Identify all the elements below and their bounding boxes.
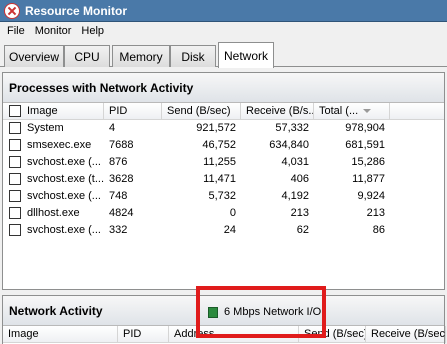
process-pid: 7688 xyxy=(109,139,134,151)
row-checkbox[interactable] xyxy=(9,224,21,236)
process-list: System 4 921,572 57,332 978,904 smsexec.exe 76… xyxy=(3,120,444,239)
menu-file[interactable]: File xyxy=(2,25,30,37)
col-total[interactable]: Total (... xyxy=(314,103,390,120)
network-activity-title: Network Activity xyxy=(9,303,103,318)
process-pid: 4824 xyxy=(109,207,134,219)
table-row[interactable]: svchost.exe (... 748 5,732 4,192 9,924 xyxy=(3,188,444,205)
tab-disk[interactable]: Disk xyxy=(170,45,216,67)
network-io-label: 6 Mbps Network I/O xyxy=(224,306,322,318)
process-total: 978,904 xyxy=(345,122,385,134)
process-total: 9,924 xyxy=(357,190,385,202)
process-total: 681,591 xyxy=(345,139,385,151)
process-send: 5,732 xyxy=(208,190,236,202)
table-row[interactable]: svchost.exe (... 332 24 62 86 xyxy=(3,222,444,239)
table-row[interactable]: smsexec.exe 7688 46,752 634,840 681,591 xyxy=(3,137,444,154)
process-image: smsexec.exe xyxy=(27,139,92,151)
table-row[interactable]: dllhost.exe 4824 0 213 213 xyxy=(3,205,444,222)
row-checkbox[interactable] xyxy=(9,156,21,168)
col-pid[interactable]: PID xyxy=(104,103,162,120)
process-receive: 4,192 xyxy=(281,190,309,202)
process-receive: 406 xyxy=(290,173,309,185)
table-row[interactable]: svchost.exe (... 876 11,255 4,031 15,286 xyxy=(3,154,444,171)
process-receive: 4,031 xyxy=(281,156,309,168)
process-image: dllhost.exe xyxy=(27,207,80,219)
row-checkbox[interactable] xyxy=(9,139,21,151)
row-checkbox[interactable] xyxy=(9,122,21,134)
process-send: 46,752 xyxy=(202,139,236,151)
table-row[interactable]: System 4 921,572 57,332 978,904 xyxy=(3,120,444,137)
process-total: 86 xyxy=(372,224,385,236)
col-image[interactable]: Image xyxy=(3,103,104,120)
process-pid: 332 xyxy=(109,224,128,236)
row-checkbox[interactable] xyxy=(9,190,21,202)
process-image: svchost.exe (t... xyxy=(27,173,105,185)
col-receive[interactable]: Receive (B/s... xyxy=(241,103,314,120)
process-total: 213 xyxy=(366,207,385,219)
tab-memory[interactable]: Memory xyxy=(112,45,170,67)
col-send[interactable]: Send (B/sec) xyxy=(162,103,241,120)
process-total: 15,286 xyxy=(351,156,385,168)
process-receive: 634,840 xyxy=(269,139,309,151)
processes-panel: Processes with Network Activity Image PI… xyxy=(2,72,445,290)
process-send: 11,255 xyxy=(203,156,236,168)
process-receive: 62 xyxy=(296,224,309,236)
net-col-image[interactable]: Image xyxy=(3,326,118,343)
process-send: 0 xyxy=(229,207,236,219)
row-checkbox[interactable] xyxy=(9,207,21,219)
menu-monitor[interactable]: Monitor xyxy=(30,25,77,37)
title-bar: Resource Monitor xyxy=(0,0,447,22)
process-pid: 748 xyxy=(109,190,128,202)
resource-monitor-icon xyxy=(4,2,20,19)
process-image: System xyxy=(27,122,64,134)
process-receive: 57,332 xyxy=(275,122,309,134)
tab-cpu[interactable]: CPU xyxy=(64,45,110,67)
process-send: 921,572 xyxy=(196,122,236,134)
net-col-pid[interactable]: PID xyxy=(118,326,169,343)
processes-panel-header[interactable]: Processes with Network Activity xyxy=(3,73,444,103)
process-pid: 3628 xyxy=(109,173,134,185)
process-receive: 213 xyxy=(290,207,309,219)
processes-column-header: Image PID Send (B/sec) Receive (B/s... T… xyxy=(3,103,444,120)
table-row[interactable]: svchost.exe (t... 3628 11,471 406 11,877 xyxy=(3,171,444,188)
process-image: svchost.exe (... xyxy=(27,156,101,168)
processes-panel-title: Processes with Network Activity xyxy=(9,80,194,95)
sort-desc-icon xyxy=(363,109,372,114)
process-total: 11,877 xyxy=(352,173,385,185)
menu-bar: File Monitor Help xyxy=(0,22,447,40)
network-io-badge: 6 Mbps Network I/O xyxy=(196,286,326,338)
network-activity-led-icon xyxy=(208,306,218,318)
tab-overview[interactable]: Overview xyxy=(4,45,64,67)
tab-network[interactable]: Network xyxy=(218,42,274,68)
menu-help[interactable]: Help xyxy=(76,25,109,37)
process-send: 11,471 xyxy=(203,173,236,185)
select-all-checkbox[interactable] xyxy=(9,105,21,117)
net-col-receive[interactable]: Receive (B/sec) xyxy=(366,326,446,343)
row-checkbox[interactable] xyxy=(9,173,21,185)
process-pid: 876 xyxy=(109,156,128,168)
process-send: 24 xyxy=(223,224,236,236)
process-image: svchost.exe (... xyxy=(27,190,101,202)
tab-bar: Overview CPU Memory Disk Network xyxy=(0,41,447,68)
process-image: svchost.exe (... xyxy=(27,224,101,236)
process-pid: 4 xyxy=(109,122,116,134)
window-title: Resource Monitor xyxy=(25,3,128,18)
